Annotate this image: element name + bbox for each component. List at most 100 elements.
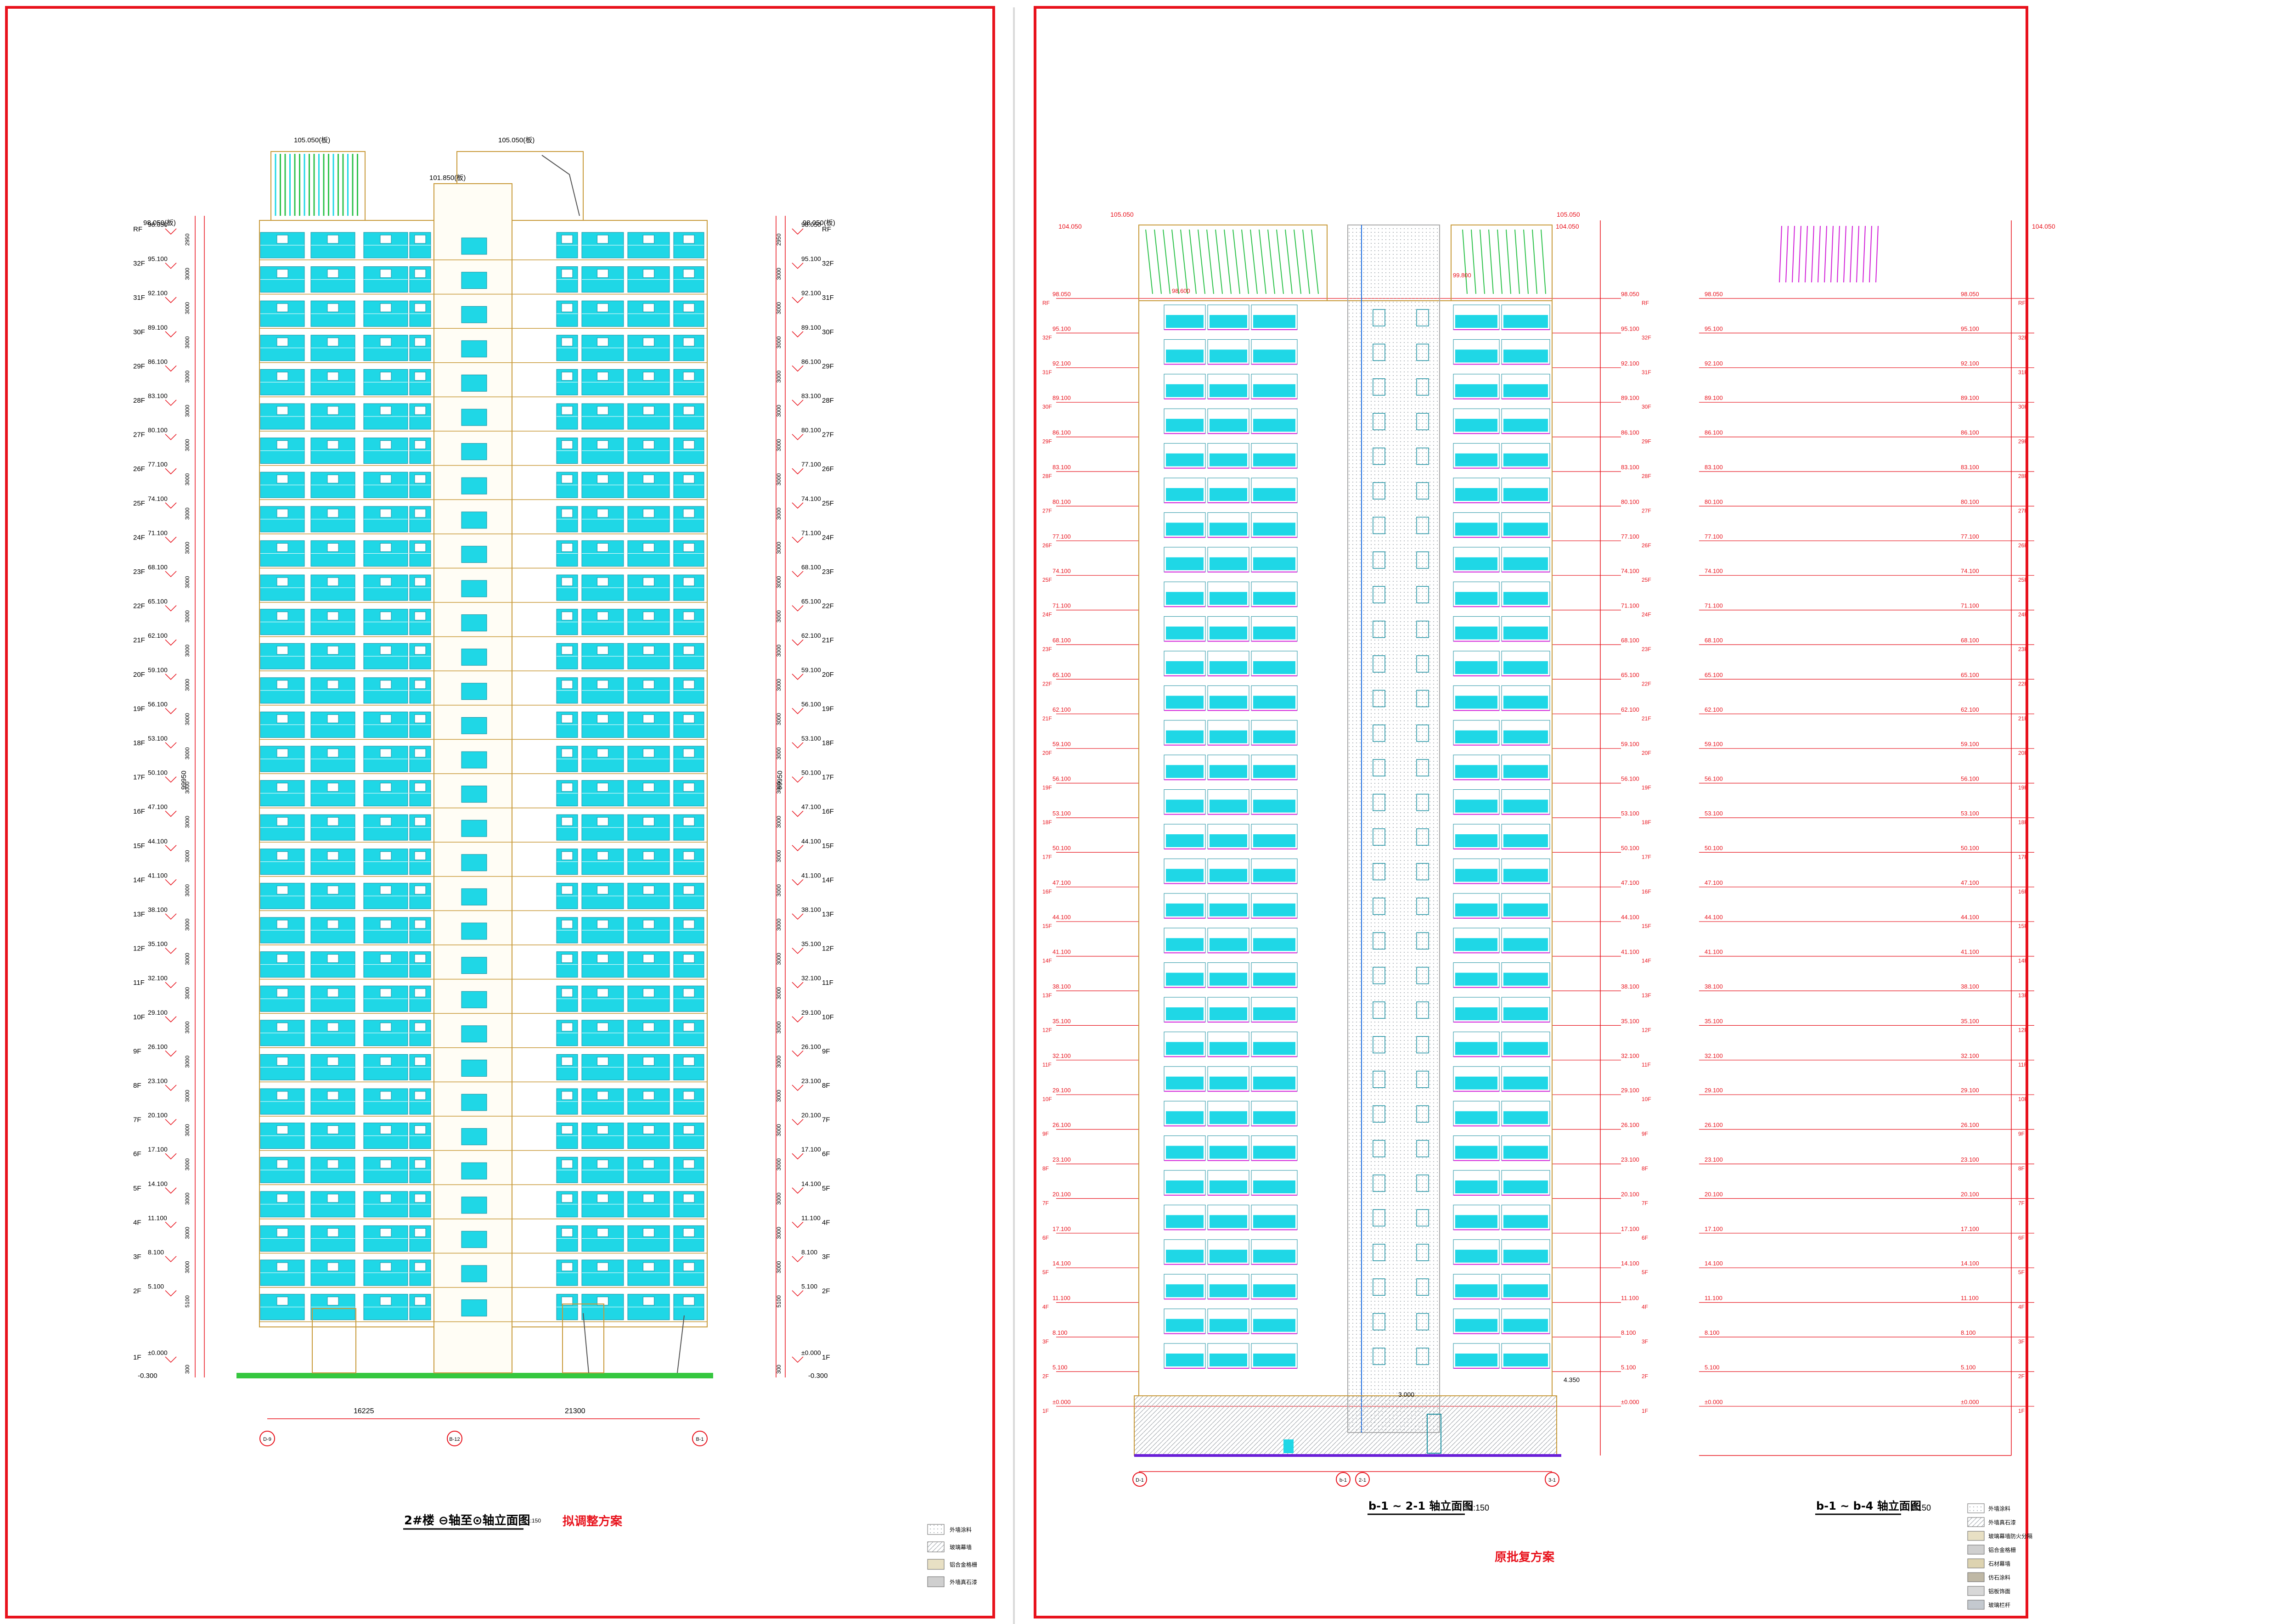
window-unit xyxy=(581,882,624,909)
right-window-unit xyxy=(1501,408,1550,434)
right-window-glass xyxy=(1503,384,1548,397)
window-unit xyxy=(310,1225,355,1252)
window-unit xyxy=(310,506,355,533)
window-casement xyxy=(561,885,573,894)
r-floor-name-a: 19F xyxy=(1042,785,1052,791)
storey-dim-right: 3000 xyxy=(776,336,782,348)
window-casement xyxy=(414,851,426,860)
floor-level-left: 86.100 xyxy=(148,358,168,365)
right-window-unit xyxy=(1164,1066,1206,1092)
floor-name-left: 11F xyxy=(133,979,145,987)
r-floor-name-d: 6F xyxy=(2018,1235,2025,1241)
storey-dim-left: 3000 xyxy=(184,1192,191,1205)
left-dim-right: 21300 xyxy=(565,1407,585,1415)
window-unit xyxy=(260,1225,305,1252)
r-floor-level-d: 86.100 xyxy=(1961,429,1979,436)
window-unit xyxy=(673,369,704,395)
window-unit xyxy=(260,1259,305,1286)
window-unit xyxy=(260,1123,305,1149)
right-window-glass xyxy=(1166,384,1204,397)
floor-level-right: 65.100 xyxy=(801,598,821,605)
r-floor-level-b: 62.100 xyxy=(1621,706,1639,713)
window-casement xyxy=(597,543,608,552)
right-trellis-bar xyxy=(1232,229,1240,294)
window-unit xyxy=(581,814,624,841)
right-window-glass xyxy=(1210,938,1247,951)
right-drawing-title-b: b-1 ~ b-4 轴立面图 xyxy=(1816,1500,1921,1512)
right2-roof-mark xyxy=(1863,225,1866,283)
window-casement xyxy=(643,1194,654,1203)
right-window-glass xyxy=(1166,1249,1204,1263)
window-unit xyxy=(310,540,355,567)
window-unit xyxy=(556,677,578,704)
right-window-glass xyxy=(1455,869,1497,882)
floor-name-right: 6F xyxy=(822,1150,830,1158)
floor-level-left: 98.050 xyxy=(148,221,168,228)
window-unit xyxy=(310,232,355,258)
r-floor-level-d: 62.100 xyxy=(1961,706,1979,713)
window-casement xyxy=(380,1023,392,1032)
r-floor-level-a: 23.100 xyxy=(1052,1156,1071,1163)
window-unit xyxy=(556,403,578,430)
r-floor-level-d: 71.100 xyxy=(1961,602,1979,609)
r-floor-level-d: 95.100 xyxy=(1961,325,1979,332)
floor-name-right: 24F xyxy=(822,534,834,541)
floor-level-left: 47.100 xyxy=(148,803,168,810)
r-floor-level-c: 47.100 xyxy=(1705,879,1723,886)
r-floor-level-d: 68.100 xyxy=(1961,637,1979,644)
r-floor-name-a: 28F xyxy=(1042,473,1052,479)
floor-name-right: 21F xyxy=(822,636,834,644)
right-trellis-bar xyxy=(1514,229,1520,294)
window-unit xyxy=(556,1259,578,1286)
window-casement xyxy=(597,920,608,929)
window-unit xyxy=(260,849,305,875)
level-marker-right xyxy=(792,228,804,235)
right-window-unit xyxy=(1501,443,1550,469)
window-casement xyxy=(597,680,608,689)
right2-roof-mark xyxy=(1843,225,1846,283)
left-dim-left: 16225 xyxy=(354,1407,374,1415)
window-unit xyxy=(260,985,305,1012)
window-casement xyxy=(414,1194,426,1203)
window-unit xyxy=(581,609,624,635)
r-floor-level-c: 29.100 xyxy=(1705,1087,1723,1094)
window-unit xyxy=(581,1225,624,1252)
floor-name-right: 2F xyxy=(822,1287,830,1295)
right-drawing-title-a: b-1 ~ 2-1 轴立面图 xyxy=(1368,1500,1473,1512)
r-floor-level-c: 92.100 xyxy=(1705,360,1723,367)
window-casement xyxy=(276,1297,288,1306)
window-casement xyxy=(643,509,654,518)
window-unit xyxy=(673,506,704,533)
window-casement xyxy=(561,1262,573,1271)
window-casement xyxy=(561,646,573,655)
floor-level-right: 20.100 xyxy=(801,1112,821,1119)
r-floor-level-a: 74.100 xyxy=(1052,568,1071,574)
r-floor-level-c: 11.100 xyxy=(1705,1295,1722,1302)
window-unit xyxy=(581,369,624,395)
window-casement xyxy=(276,543,288,552)
floor-name-left: 19F xyxy=(133,705,145,713)
right-window-unit xyxy=(1251,304,1298,330)
right-window-glass xyxy=(1253,1111,1295,1124)
floor-level-left: 71.100 xyxy=(148,529,168,536)
window-unit xyxy=(673,677,704,704)
r-floor-level-a: 59.100 xyxy=(1052,741,1071,747)
r-floor-name-a: 18F xyxy=(1042,819,1052,826)
window-unit xyxy=(556,814,578,841)
level-marker-left xyxy=(165,399,177,406)
right-window-glass xyxy=(1210,661,1247,674)
right-window-unit xyxy=(1251,339,1298,365)
legend-swatch-left xyxy=(927,1541,945,1552)
storey-dim-right: 3000 xyxy=(776,644,782,657)
right-window-glass xyxy=(1253,938,1295,951)
window-casement xyxy=(414,612,426,621)
level-marker-left xyxy=(165,674,177,680)
r-floor-level-b: 20.100 xyxy=(1621,1191,1639,1197)
window-unit xyxy=(409,232,431,258)
right-window-glass xyxy=(1210,349,1247,363)
right-window-unit xyxy=(1164,893,1206,919)
window-unit xyxy=(581,643,624,669)
window-unit xyxy=(260,780,305,807)
window-unit xyxy=(260,472,305,498)
window-casement xyxy=(380,714,392,723)
